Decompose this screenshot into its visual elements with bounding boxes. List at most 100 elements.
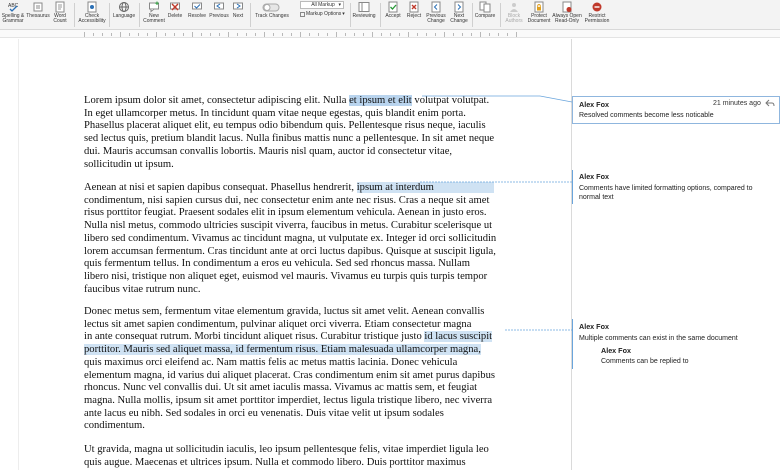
delete-comment-button[interactable]: Delete — [166, 1, 184, 29]
markup-options-button[interactable]: Markup Options ▾ — [300, 11, 345, 18]
comment-1[interactable]: Alex Fox 21 minutes ago Resolved comment… — [579, 99, 775, 120]
text-line: condimentum, nisi sapien cursus dui, nec… — [84, 195, 508, 208]
accept-button[interactable]: Accept — [383, 1, 403, 29]
ruler-tick — [282, 33, 283, 36]
commented-text-highlight: ipsum at interdum — [356, 182, 494, 193]
comment-text: Comments have limited formatting options… — [579, 185, 753, 201]
text-run: volutpat volutpat. — [411, 95, 490, 106]
text-line: Aenean at nisi et sapien dapibus consequ… — [84, 182, 508, 195]
text-run: faucibus vitae rutrum nunc. — [84, 283, 201, 295]
word-count-button[interactable]: Word Count — [51, 1, 69, 29]
next-change-label: Next Change — [450, 13, 468, 25]
comment-text: Comments can be replied to — [601, 358, 689, 365]
thesaurus-label: Thesaurus — [26, 13, 50, 19]
commented-text-highlight: et ipsum et elit — [349, 95, 412, 106]
paragraph[interactable]: Lorem ipsum dolor sit amet, consectetur … — [84, 95, 508, 171]
text-line: magna. Nulla mollis, ipsum sit amet port… — [84, 395, 508, 408]
ruler-tick — [84, 32, 85, 37]
ruler-tick — [363, 33, 364, 36]
markup-select-value: All Markup — [311, 2, 335, 8]
text-run: condimentum, nisi sapien cursus dui, nec… — [84, 194, 490, 206]
resolve-label: Resolve — [187, 13, 207, 19]
ruler-tick — [147, 33, 148, 36]
ribbon-toolbar: ABC Spelling & Grammar Thesaurus Word Co… — [0, 0, 780, 30]
always-open-read-only-label: Always Open Read-Only — [552, 13, 582, 25]
ruler-tick — [111, 33, 112, 36]
track-changes-toggle[interactable]: Track Changes — [254, 1, 290, 29]
paragraph[interactable]: Aenean at nisi et sapien dapibus consequ… — [84, 182, 508, 296]
ruler-tick — [273, 33, 274, 36]
block-authors-button[interactable]: Block Authors — [503, 1, 525, 29]
ruler-tick — [201, 33, 202, 36]
text-line: risus porttitor feugiat. Praesent sodale… — [84, 207, 508, 220]
ruler-tick — [174, 33, 175, 36]
ribbon-divider — [74, 3, 75, 27]
ribbon-divider — [250, 3, 251, 27]
language-button[interactable]: Language — [112, 1, 136, 29]
text-run: elementum magna, id varius dui aliquet p… — [84, 369, 495, 381]
reviewing-pane-button[interactable]: Reviewing — [352, 1, 376, 29]
ribbon-divider — [380, 3, 381, 27]
ribbon-divider — [472, 3, 473, 27]
ruler-tick — [318, 33, 319, 36]
text-line: elementum magna, id varius dui aliquet p… — [84, 370, 508, 383]
resolve-button[interactable]: Resolve — [186, 1, 208, 29]
markup-select[interactable]: All Markup ▾ — [300, 1, 344, 9]
check-accessibility-button[interactable]: Check Accessibility — [78, 1, 106, 29]
check-accessibility-label: Check Accessibility — [78, 13, 106, 25]
restrict-icon — [592, 2, 602, 12]
reject-button[interactable]: Reject — [405, 1, 423, 29]
reject-icon — [409, 1, 419, 13]
comment-reply[interactable]: Alex Fox Comments can be replied to — [601, 346, 771, 366]
ruler-tick — [138, 33, 139, 36]
ruler-tick — [156, 32, 157, 37]
compare-label: Compare — [474, 13, 496, 19]
horizontal-ruler[interactable] — [0, 30, 780, 38]
new-comment-button[interactable]: New Comment — [142, 1, 166, 29]
text-run: Ut gravida, magna ut sollicitudin iaculi… — [84, 444, 489, 455]
text-run: Donec metus sem, fermentum vitae element… — [84, 306, 485, 317]
ruler-tick — [309, 33, 310, 36]
previous-label: Previous — [209, 13, 229, 19]
compare-button[interactable]: Compare — [474, 1, 496, 29]
reject-label: Reject — [406, 13, 422, 19]
word-count-icon — [55, 1, 65, 13]
next-comment-button[interactable]: Next — [230, 1, 246, 29]
text-run: In eget ullamcorper metus. In tincidunt … — [84, 107, 466, 119]
language-icon — [119, 2, 129, 12]
new-comment-icon — [149, 1, 159, 13]
always-open-read-only-button[interactable]: Always Open Read-Only — [552, 1, 582, 29]
protect-document-button[interactable]: Protect Document — [526, 1, 552, 29]
ruler-tick — [336, 32, 337, 37]
ruler-tick — [210, 33, 211, 36]
text-line: in ante consequat rutrum. Morbi tincidun… — [84, 331, 508, 344]
next-change-button[interactable]: Next Change — [448, 1, 470, 29]
paragraph[interactable]: Ut gravida, magna ut sollicitudin iaculi… — [84, 444, 508, 469]
restrict-permission-button[interactable]: Restrict Permission — [583, 1, 611, 29]
ruler-tick — [246, 33, 247, 36]
spelling-grammar-button[interactable]: ABC Spelling & Grammar — [1, 1, 25, 29]
delete-icon — [170, 2, 180, 11]
ribbon-divider — [139, 3, 140, 27]
reply-icon[interactable] — [765, 99, 775, 108]
ruler-tick — [120, 32, 121, 37]
markup-controls: All Markup ▾ Markup Options ▾ — [300, 1, 348, 29]
reviewing-icon — [358, 2, 370, 12]
language-label: Language — [112, 13, 136, 19]
ruler-tick — [390, 33, 391, 36]
text-line: Phasellus placerat aliquet elit, eu temp… — [84, 120, 508, 133]
markup-options-icon — [300, 12, 305, 18]
comment-2[interactable]: Alex Fox Comments have limited formattin… — [579, 172, 775, 202]
ruler-tick — [192, 32, 193, 37]
previous-change-button[interactable]: Previous Change — [425, 1, 447, 29]
comment-3[interactable]: Alex Fox Multiple comments can exist in … — [579, 322, 775, 343]
thesaurus-button[interactable]: Thesaurus — [26, 1, 50, 29]
ruler-tick — [264, 32, 265, 37]
previous-comment-button[interactable]: Previous — [208, 1, 230, 29]
previous-icon — [214, 2, 224, 10]
text-run: Lorem ipsum dolor sit amet, consectetur … — [84, 95, 350, 106]
paragraph[interactable]: Donec metus sem, fermentum vitae element… — [84, 306, 508, 433]
spelling-label: Spelling & Grammar — [1, 13, 25, 25]
read-only-icon — [562, 1, 572, 13]
next-label: Next — [232, 13, 244, 19]
